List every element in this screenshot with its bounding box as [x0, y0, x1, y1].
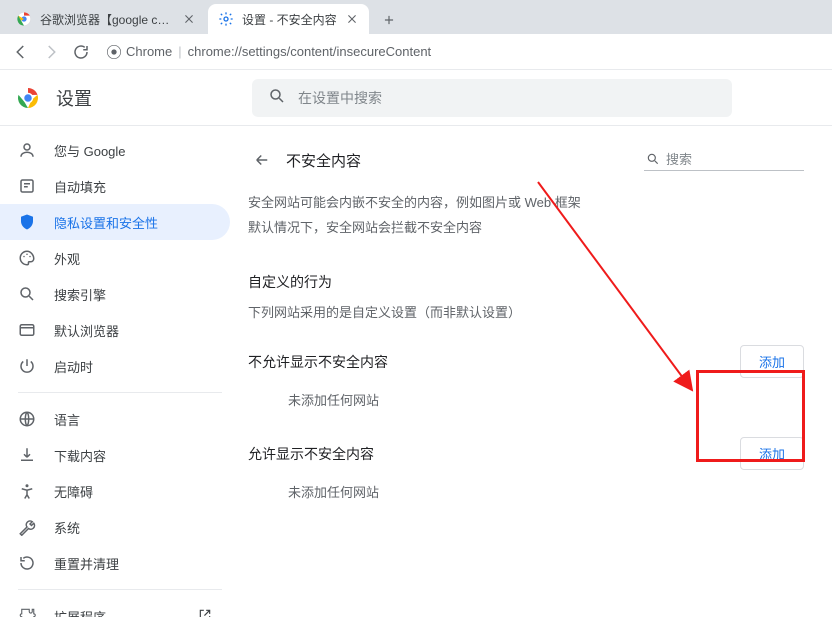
sidebar-item-autofill[interactable]: 自动填充	[0, 168, 230, 204]
section-title: 不安全内容	[286, 150, 644, 171]
reset-icon	[18, 554, 36, 572]
sidebar-label: 下载内容	[54, 446, 106, 465]
sidebar-label: 扩展程序	[54, 607, 106, 617]
url-separator: |	[178, 44, 181, 59]
power-icon	[18, 357, 36, 375]
external-link-icon	[198, 608, 212, 617]
download-icon	[18, 446, 36, 464]
search-icon	[18, 285, 36, 303]
nav-back-button[interactable]	[10, 41, 32, 63]
sidebar-item-you-and-google[interactable]: 您与 Google	[0, 132, 230, 168]
sidebar-item-downloads[interactable]: 下载内容	[0, 437, 230, 473]
tab-title: 设置 - 不安全内容	[242, 11, 337, 28]
sidebar-item-on-startup[interactable]: 启动时	[0, 348, 230, 384]
mini-search-placeholder: 搜索	[666, 149, 802, 168]
search-icon	[646, 152, 660, 166]
sidebar-label: 系统	[54, 518, 80, 537]
mini-search-input[interactable]: 搜索	[644, 149, 804, 171]
main-area: 您与 Google 自动填充 隐私设置和安全性 外观 搜索引擎 默认浏览器 启动…	[0, 126, 832, 617]
close-icon[interactable]	[182, 12, 196, 26]
chrome-logo-icon	[16, 86, 40, 110]
browser-icon	[18, 321, 36, 339]
app-title: 设置	[56, 85, 92, 111]
wrench-icon	[18, 518, 36, 536]
tab-item[interactable]: 谷歌浏览器【google chrome】	[6, 4, 206, 34]
settings-search-input[interactable]: 在设置中搜索	[252, 79, 732, 117]
sidebar-label: 无障碍	[54, 482, 93, 501]
not-allowed-heading: 不允许显示不安全内容	[248, 352, 388, 372]
shield-icon	[18, 213, 36, 231]
description-line-1: 安全网站可能会内嵌不安全的内容，例如图片或 Web 框架	[248, 192, 804, 211]
globe-icon	[18, 410, 36, 428]
sidebar-item-search-engine[interactable]: 搜索引擎	[0, 276, 230, 312]
sidebar-label: 外观	[54, 249, 80, 268]
tab-title: 谷歌浏览器【google chrome】	[40, 11, 174, 28]
sidebar-label: 语言	[54, 410, 80, 429]
settings-header: 设置 在设置中搜索	[0, 70, 832, 126]
sidebar-label: 自动填充	[54, 177, 106, 196]
sidebar-item-languages[interactable]: 语言	[0, 401, 230, 437]
url-path: chrome://settings/content/insecureConten…	[188, 44, 432, 59]
user-icon	[18, 141, 36, 159]
description-line-2: 默认情况下，安全网站会拦截不安全内容	[248, 217, 804, 236]
sidebar-separator	[18, 589, 222, 590]
palette-icon	[18, 249, 36, 267]
sidebar-label: 启动时	[54, 357, 93, 376]
sidebar-item-extensions[interactable]: 扩展程序	[0, 598, 230, 617]
sidebar-item-appearance[interactable]: 外观	[0, 240, 230, 276]
nav-reload-button[interactable]	[70, 41, 92, 63]
chrome-icon	[16, 11, 32, 27]
sidebar-label: 重置并清理	[54, 554, 119, 573]
autofill-icon	[18, 177, 36, 195]
custom-behavior-subtext: 下列网站采用的是自定义设置（而非默认设置）	[248, 302, 804, 321]
add-allowed-button[interactable]: 添加	[740, 437, 804, 470]
url-field[interactable]: Chrome | chrome://settings/content/insec…	[106, 44, 822, 60]
sidebar-item-system[interactable]: 系统	[0, 509, 230, 545]
sidebar-separator	[18, 392, 222, 393]
custom-behavior-heading: 自定义的行为	[248, 272, 804, 292]
sidebar-item-accessibility[interactable]: 无障碍	[0, 473, 230, 509]
search-placeholder: 在设置中搜索	[298, 88, 382, 108]
new-tab-button[interactable]	[375, 6, 403, 34]
content-panel: 不安全内容 搜索 安全网站可能会内嵌不安全的内容，例如图片或 Web 框架 默认…	[240, 126, 832, 617]
tab-strip: 谷歌浏览器【google chrome】 设置 - 不安全内容	[0, 0, 832, 34]
accessibility-icon	[18, 482, 36, 500]
sidebar-item-reset[interactable]: 重置并清理	[0, 545, 230, 581]
gear-icon	[218, 11, 234, 27]
allowed-heading: 允许显示不安全内容	[248, 444, 374, 464]
address-bar: Chrome | chrome://settings/content/insec…	[0, 34, 832, 70]
add-blocked-button[interactable]: 添加	[740, 345, 804, 378]
nav-forward-button[interactable]	[40, 41, 62, 63]
sidebar-label: 搜索引擎	[54, 285, 106, 304]
sidebar-label: 隐私设置和安全性	[54, 213, 158, 232]
puzzle-icon	[18, 607, 36, 617]
empty-blocked-list: 未添加任何网站	[288, 390, 804, 409]
sidebar-item-default-browser[interactable]: 默认浏览器	[0, 312, 230, 348]
sidebar-label: 您与 Google	[54, 141, 126, 160]
sidebar-label: 默认浏览器	[54, 321, 119, 340]
site-info-icon[interactable]: Chrome	[106, 44, 172, 60]
sidebar-item-privacy-security[interactable]: 隐私设置和安全性	[0, 204, 230, 240]
empty-allowed-list: 未添加任何网站	[288, 482, 804, 501]
back-button[interactable]	[248, 146, 276, 174]
tab-item-active[interactable]: 设置 - 不安全内容	[208, 4, 369, 34]
close-icon[interactable]	[345, 12, 359, 26]
sidebar: 您与 Google 自动填充 隐私设置和安全性 外观 搜索引擎 默认浏览器 启动…	[0, 126, 240, 617]
url-scheme: Chrome	[126, 44, 172, 59]
search-icon	[268, 87, 286, 108]
